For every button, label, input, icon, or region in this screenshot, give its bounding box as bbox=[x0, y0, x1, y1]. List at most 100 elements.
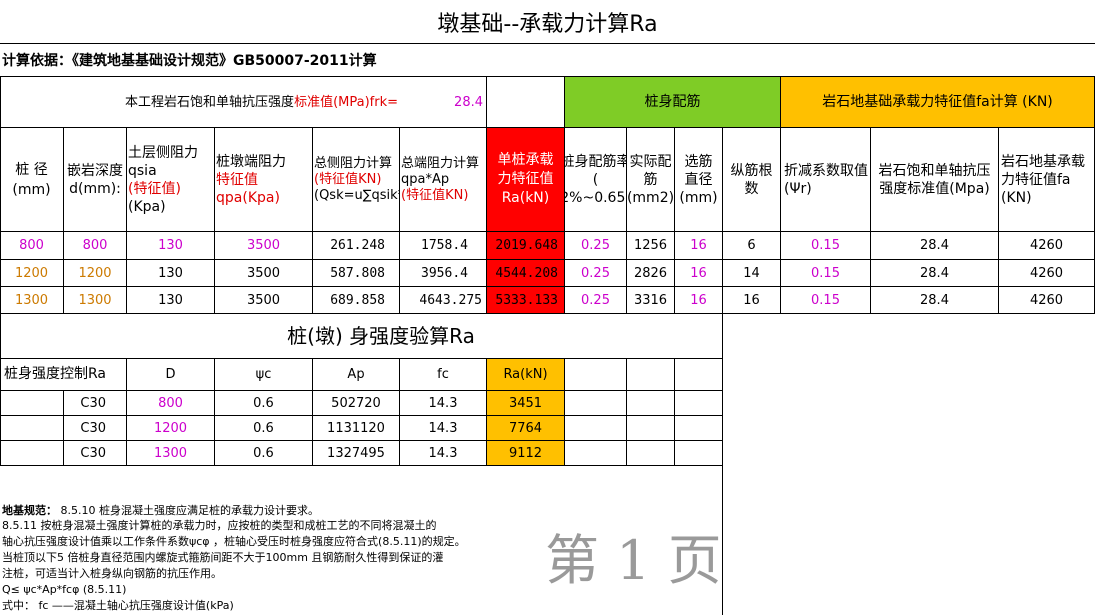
strength-header-d: D bbox=[127, 359, 215, 391]
table-row-cell: 1200 bbox=[64, 260, 127, 287]
table-row-cell: 5333.133 bbox=[487, 287, 565, 314]
table-row-cell: 800 bbox=[0, 232, 64, 260]
strength-ap: 1327495 bbox=[313, 441, 400, 466]
table-row-cell: 689.858 bbox=[313, 287, 400, 314]
strength-fc: 14.3 bbox=[400, 391, 487, 416]
strength-ap: 1131120 bbox=[313, 416, 400, 441]
notes-line-5: 注桩，可适当计入桩身纵向钢筋的抗压作用。 bbox=[2, 567, 222, 580]
blank-cell bbox=[0, 416, 64, 441]
table-row-cell: 4643.275 bbox=[400, 287, 487, 314]
table-row-cell: 1256 bbox=[627, 232, 675, 260]
frk-label: 本工程岩石饱和单轴抗压强度 标准值(MPa)frk= bbox=[0, 77, 400, 128]
blank-cell bbox=[565, 391, 627, 416]
table-row-cell: 4544.208 bbox=[487, 260, 565, 287]
blank-cell bbox=[627, 416, 675, 441]
blank-cell bbox=[487, 77, 565, 128]
table-row-cell: 130 bbox=[127, 260, 215, 287]
header-qpa: 桩墩端阻力 特征值 qpa(Kpa) bbox=[215, 128, 313, 232]
table-row-cell: 3316 bbox=[627, 287, 675, 314]
strength-header-ap: Ap bbox=[313, 359, 400, 391]
blank-cell bbox=[0, 391, 64, 416]
header-qsk: 总侧阻力计算 (特征值KN) (Qsk=u∑qsik*Li) bbox=[313, 128, 400, 232]
blank-cell bbox=[723, 314, 1095, 359]
table-row-cell: 3500 bbox=[215, 287, 313, 314]
table-row-cell: 4260 bbox=[999, 232, 1095, 260]
table-row-cell: 0.15 bbox=[781, 232, 871, 260]
strength-fc: 14.3 bbox=[400, 416, 487, 441]
table-row-cell: 0.15 bbox=[781, 260, 871, 287]
strength-d: 1200 bbox=[127, 416, 215, 441]
strength-header-psi: ψc bbox=[215, 359, 313, 391]
table-row-cell: 800 bbox=[64, 232, 127, 260]
notes-line-2: 8.5.11 按桩身混凝土强度计算桩的承载力时，应按桩的类型和成桩工艺的不同将混… bbox=[2, 519, 437, 532]
section-subtitle: 桩(墩) 身强度验算Ra bbox=[0, 314, 723, 359]
table-row-cell: 261.248 bbox=[313, 232, 400, 260]
table-row-cell: 3500 bbox=[215, 232, 313, 260]
strength-header-fc: fc bbox=[400, 359, 487, 391]
blank-cell bbox=[675, 359, 723, 391]
page-title: 墩基础--承载力计算Ra bbox=[0, 0, 1095, 44]
header-bar-count: 纵筋根数 bbox=[723, 128, 781, 232]
blank-cell bbox=[627, 359, 675, 391]
page-divider-line bbox=[722, 391, 723, 615]
strength-fc: 14.3 bbox=[400, 441, 487, 466]
table-row-cell: 16 bbox=[675, 287, 723, 314]
table-row-cell: 4260 bbox=[999, 287, 1095, 314]
blank-cell bbox=[0, 441, 64, 466]
table-row-cell: 3500 bbox=[215, 260, 313, 287]
blank-cell bbox=[565, 359, 627, 391]
blank-cell bbox=[565, 416, 627, 441]
notes-line-3: 轴心抗压强度设计值乘以工作条件系数ψcφ ，桩轴心受压时桩身强度应符合式(8.5… bbox=[2, 535, 466, 548]
title-text: 墩基础--承载力计算Ra bbox=[437, 11, 658, 37]
blank-cell bbox=[675, 416, 723, 441]
table-row-cell: 6 bbox=[723, 232, 781, 260]
table-row-cell: 14 bbox=[723, 260, 781, 287]
strength-ra: 9112 bbox=[487, 441, 565, 466]
notes-line-4: 当桩顶以下5 倍桩身直径范围内螺旋式箍筋间距不大于100mm 且钢筋耐久性得到保… bbox=[2, 551, 444, 564]
notes-line-7: 式中： fc ——混凝土轴心抗压强度设计值(kPa) bbox=[2, 599, 234, 612]
strength-psi: 0.6 bbox=[215, 441, 313, 466]
strength-psi: 0.6 bbox=[215, 416, 313, 441]
strength-ra: 7764 bbox=[487, 416, 565, 441]
header-ratio: 桩身配筋率 ( 0.2%~0.65%) bbox=[565, 128, 627, 232]
blank-cell bbox=[627, 441, 675, 466]
header-fa: 岩石地基承载力特征值fa (KN) bbox=[999, 128, 1095, 232]
frk-value: 28.4 bbox=[400, 77, 487, 128]
header-diameter: 桩 径 (mm) bbox=[0, 128, 64, 232]
blank-cell bbox=[675, 391, 723, 416]
table-row-cell: 1758.4 bbox=[400, 232, 487, 260]
strength-grade: C30 bbox=[64, 441, 127, 466]
header-qpk: 总端阻力计算qpa*Ap (特征值KN) bbox=[400, 128, 487, 232]
strength-d: 1300 bbox=[127, 441, 215, 466]
table-row-cell: 1300 bbox=[64, 287, 127, 314]
table-row-cell: 0.25 bbox=[565, 287, 627, 314]
notes-line-6: Q≤ ψc*Ap*fcφ (8.5.11) bbox=[2, 583, 127, 596]
blank-cell bbox=[565, 441, 627, 466]
header-psi: 折减系数取值(Ψr) bbox=[781, 128, 871, 232]
strength-grade: C30 bbox=[64, 391, 127, 416]
page-watermark: 第 1 页 bbox=[545, 529, 722, 592]
table-row-cell: 4260 bbox=[999, 260, 1095, 287]
blank-cell bbox=[675, 441, 723, 466]
header-ra: 单桩承载力特征值Ra(kN) bbox=[487, 128, 565, 232]
pile-reinforcement-header: 桩身配筋 bbox=[565, 77, 781, 128]
table-row-cell: 16 bbox=[675, 232, 723, 260]
rock-fa-header: 岩石地基础承载力特征值fa计算 (KN) bbox=[781, 77, 1095, 128]
blank-cell bbox=[627, 391, 675, 416]
strength-header-label: 桩身强度控制Ra bbox=[0, 359, 127, 391]
notes-line-1: 地基规范： 8.5.10 桩身混凝土强度应满足桩的承载力设计要求。 bbox=[2, 504, 319, 517]
table-row-cell: 28.4 bbox=[871, 260, 999, 287]
header-qsia: 土层侧阻力 qsia (特征值)(Kpa) bbox=[127, 128, 215, 232]
table-row-cell: 130 bbox=[127, 287, 215, 314]
table-row-cell: 0.15 bbox=[781, 287, 871, 314]
strength-grade: C30 bbox=[64, 416, 127, 441]
table-row-cell: 16 bbox=[675, 260, 723, 287]
strength-psi: 0.6 bbox=[215, 391, 313, 416]
table-row-cell: 16 bbox=[723, 287, 781, 314]
table-row-cell: 3956.4 bbox=[400, 260, 487, 287]
table-row-cell: 28.4 bbox=[871, 287, 999, 314]
table-row-cell: 1200 bbox=[0, 260, 64, 287]
strength-ra: 3451 bbox=[487, 391, 565, 416]
table-row-cell: 1300 bbox=[0, 287, 64, 314]
table-row-cell: 2019.648 bbox=[487, 232, 565, 260]
